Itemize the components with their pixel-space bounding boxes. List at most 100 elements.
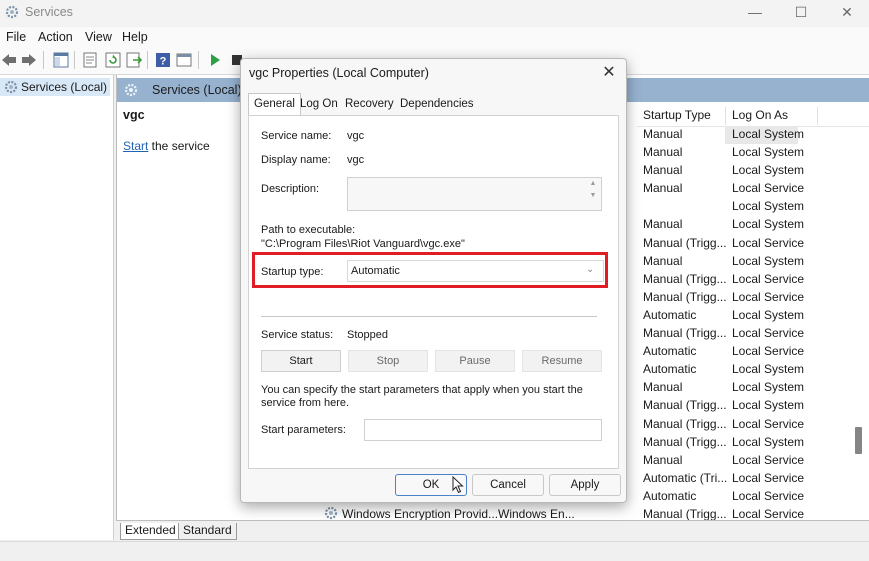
startup-type-cell: Automatic (Tri... xyxy=(643,470,728,485)
display-name-value: vgc xyxy=(347,154,365,166)
dialog-title: vgc Properties (Local Computer) xyxy=(249,66,429,80)
table-row[interactable]: Manual Local System xyxy=(637,144,869,162)
table-row[interactable]: Manual Local System xyxy=(637,126,869,144)
tab-log-on[interactable]: Log On xyxy=(295,95,343,114)
forward-arrow-icon[interactable] xyxy=(20,51,38,69)
table-row[interactable]: Automatic Local Service xyxy=(637,343,869,361)
startup-type-cell: Manual (Trigg... xyxy=(643,416,727,431)
log-on-as-cell: Local System xyxy=(732,380,805,395)
vertical-scrollbar-thumb[interactable] xyxy=(855,427,862,454)
table-row[interactable]: Manual Local Service xyxy=(637,452,869,470)
startup-type-cell: Manual (Trigg... xyxy=(643,398,727,413)
divider xyxy=(261,316,597,317)
tab-extended[interactable]: Extended xyxy=(120,523,181,540)
path-label: Path to executable: xyxy=(261,224,356,236)
apply-button[interactable]: Apply xyxy=(549,474,621,496)
table-row[interactable]: Manual (Trigg... Local System xyxy=(637,397,869,415)
show-hide-tree-icon[interactable] xyxy=(52,51,70,69)
maximize-button[interactable]: ☐ xyxy=(778,0,824,26)
console-icon[interactable] xyxy=(175,51,193,69)
services-gear-icon xyxy=(5,5,19,19)
minimize-button[interactable]: — xyxy=(732,0,778,26)
cancel-button[interactable]: Cancel xyxy=(472,474,544,496)
table-row[interactable]: Manual (Trigg... Local Service xyxy=(637,271,869,289)
table-row[interactable]: Automatic (Tri... Local Service xyxy=(637,470,869,488)
table-row[interactable]: Manual Local System xyxy=(637,253,869,271)
startup-type-cell: Manual xyxy=(643,181,683,196)
startup-type-cell: Manual xyxy=(643,127,683,141)
tab-recovery[interactable]: Recovery xyxy=(340,95,399,114)
pause-button[interactable]: Pause xyxy=(435,350,515,372)
description-field[interactable] xyxy=(347,177,602,211)
resume-button[interactable]: Resume xyxy=(522,350,602,372)
services-list: Manual Local System Manual Local System Manu… xyxy=(637,126,869,524)
description-scrollbar[interactable]: ▲ ▼ xyxy=(587,178,599,208)
tab-general[interactable]: General xyxy=(248,93,301,116)
table-row[interactable]: Manual (Trigg... Local Service xyxy=(637,235,869,253)
column-divider[interactable] xyxy=(725,107,726,125)
table-row[interactable]: Manual (Trigg... Local Service xyxy=(637,325,869,343)
table-row[interactable]: Manual Local System xyxy=(637,379,869,397)
tab-dependencies[interactable]: Dependencies xyxy=(395,95,479,114)
startup-type-cell: Manual xyxy=(643,253,683,268)
toolbar-separator xyxy=(147,51,148,69)
toolbar-separator xyxy=(43,51,44,69)
toolbar-separator xyxy=(198,51,199,69)
mouse-cursor-icon xyxy=(452,476,464,494)
view-tabs: Extended Standard xyxy=(116,520,869,541)
table-row[interactable]: Manual (Trigg... Local Service xyxy=(637,289,869,307)
log-on-as-cell: Local System xyxy=(732,398,805,413)
start-service-link[interactable]: Start xyxy=(123,139,148,153)
tab-standard[interactable]: Standard xyxy=(178,523,237,540)
menu-file[interactable]: File xyxy=(6,30,26,44)
log-on-as-cell: Local Service xyxy=(732,181,805,196)
start-service-icon[interactable] xyxy=(206,51,224,69)
service-status-value: Stopped xyxy=(347,329,388,341)
log-on-as-cell: Local System xyxy=(732,307,805,322)
window-title: Services xyxy=(25,5,73,19)
tree-item-services-local[interactable]: Services (Local) xyxy=(0,78,110,96)
start-params-input[interactable] xyxy=(364,419,602,441)
log-on-as-cell: Local System xyxy=(732,127,805,141)
menu-action[interactable]: Action xyxy=(38,30,73,44)
table-row[interactable]: Automatic Local Service xyxy=(637,488,869,506)
title-bar: Services — ☐ ✕ xyxy=(0,0,869,26)
log-on-as-cell: Local System xyxy=(732,217,805,232)
table-row[interactable]: Automatic Local System xyxy=(637,307,869,325)
column-divider[interactable] xyxy=(817,107,818,125)
table-row[interactable]: Manual (Trigg... Local Service xyxy=(637,416,869,434)
properties-icon[interactable] xyxy=(81,51,99,69)
startup-type-cell: Manual (Trigg... xyxy=(643,506,727,521)
column-header-startup-type[interactable]: Startup Type xyxy=(643,108,711,122)
log-on-as-cell: Local Service xyxy=(732,235,805,250)
close-button[interactable]: ✕ xyxy=(824,0,869,26)
table-row[interactable]: Local System xyxy=(637,198,869,216)
menu-view[interactable]: View xyxy=(85,30,112,44)
log-on-as-cell: Local System xyxy=(732,145,805,160)
log-on-as-cell: Local Service xyxy=(732,344,805,359)
dialog-close-button[interactable]: ✕ xyxy=(595,61,623,85)
table-row[interactable]: Manual Local System xyxy=(637,216,869,234)
table-row[interactable]: Manual Local Service xyxy=(637,180,869,198)
back-arrow-icon[interactable] xyxy=(0,51,18,69)
refresh-icon[interactable] xyxy=(104,51,122,69)
start-button[interactable]: Start xyxy=(261,350,341,372)
startup-type-cell: Manual (Trigg... xyxy=(643,271,727,286)
log-on-as-cell: Local Service xyxy=(732,289,805,304)
stop-button[interactable]: Stop xyxy=(348,350,428,372)
startup-type-cell: Manual xyxy=(643,452,683,467)
column-headers: Startup Type Log On As xyxy=(637,104,869,127)
startup-type-highlight xyxy=(252,252,608,288)
log-on-as-cell: Local System xyxy=(732,253,805,268)
table-row[interactable]: Manual Local System xyxy=(637,162,869,180)
table-row[interactable]: Automatic Local System xyxy=(637,361,869,379)
toolbar-separator xyxy=(74,51,75,69)
selected-service-name: vgc xyxy=(123,108,145,122)
table-row[interactable]: Manual (Trigg... Local System xyxy=(637,434,869,452)
svg-text:?: ? xyxy=(160,56,167,68)
help-icon[interactable]: ? xyxy=(154,51,172,69)
service-status-label: Service status: xyxy=(261,329,334,341)
export-list-icon[interactable] xyxy=(125,51,143,69)
menu-help[interactable]: Help xyxy=(122,30,148,44)
column-header-log-on-as[interactable]: Log On As xyxy=(732,108,788,122)
